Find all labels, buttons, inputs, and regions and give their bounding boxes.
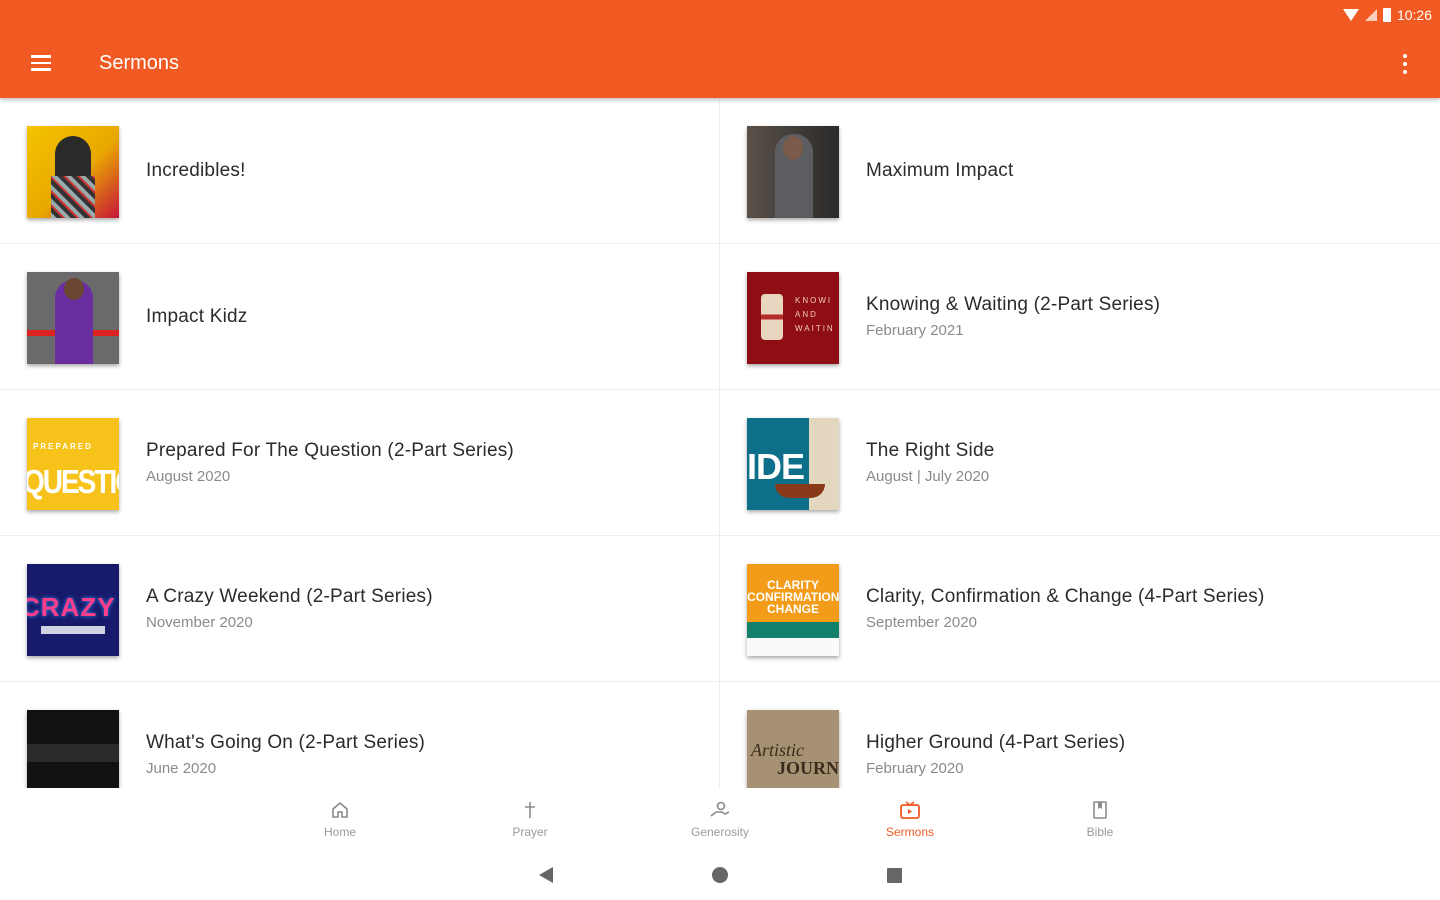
- nav-label: Bible: [1086, 825, 1114, 839]
- sermon-date: February 2020: [866, 760, 964, 777]
- sermon-date: September 2020: [866, 614, 977, 631]
- sermon-title: Incredibles!: [146, 159, 246, 181]
- page-title: Sermons: [99, 52, 180, 74]
- book-icon: [1089, 799, 1111, 821]
- home-icon: [329, 799, 351, 821]
- sermon-date: November 2020: [146, 614, 253, 631]
- sermon-item-maximum-impact[interactable]: Maximum Impact: [720, 98, 1440, 244]
- thumb-text: CHANGE: [766, 602, 819, 616]
- cross-icon: [519, 799, 541, 821]
- sermon-thumbnail: PREPARED QUESTION: [27, 418, 119, 510]
- nav-home[interactable]: Home: [245, 788, 435, 850]
- sermon-item-clarity[interactable]: CLARITY CONFIRMATION CHANGE Clarity, Con…: [720, 536, 1440, 682]
- sermon-date: August | July 2020: [866, 468, 990, 485]
- sermon-grid: Incredibles! Maximum Impact Impact Kidz …: [0, 98, 1440, 788]
- nav-label: Home: [323, 825, 356, 839]
- sermon-thumbnail: [27, 710, 119, 788]
- sermon-item-crazy-weekend[interactable]: CRAZY A Crazy Weekend (2-Part Series) No…: [0, 536, 720, 682]
- thumb-text: AND: [795, 310, 818, 319]
- bottom-navigation: Home Prayer Generosity Sermons Bible: [0, 788, 1440, 850]
- sermon-title: Higher Ground (4-Part Series): [866, 732, 1126, 753]
- system-navigation-bar: [0, 850, 1440, 900]
- sermon-title: Knowing & Waiting (2-Part Series): [866, 294, 1161, 315]
- home-circle-icon: [712, 867, 728, 883]
- hamburger-menu-icon[interactable]: [20, 45, 62, 81]
- sermon-title: Prepared For The Question (2-Part Series…: [146, 440, 514, 461]
- nav-generosity[interactable]: Generosity: [625, 788, 815, 850]
- recents-icon: [886, 867, 902, 883]
- sermon-title: What's Going On (2-Part Series): [146, 732, 426, 753]
- nav-label: Prayer: [512, 825, 548, 839]
- sermon-thumbnail: IDE: [747, 418, 839, 510]
- sermon-thumbnail: [27, 272, 119, 364]
- more-options-icon[interactable]: [1390, 48, 1420, 80]
- recents-button[interactable]: [882, 863, 906, 887]
- app-bar: 10:26 Sermons: [0, 0, 1440, 98]
- sermon-thumbnail: [27, 126, 119, 218]
- sermon-title: Maximum Impact: [866, 159, 1014, 181]
- sermon-title: A Crazy Weekend (2-Part Series): [146, 586, 433, 607]
- battery-icon: [1382, 8, 1391, 22]
- sermon-date: August 2020: [146, 468, 231, 485]
- thumb-text: KNOWI: [795, 296, 833, 305]
- sermon-thumbnail: [747, 126, 839, 218]
- sermon-item-right-side[interactable]: IDE The Right Side August | July 2020: [720, 390, 1440, 536]
- sermon-title: Clarity, Confirmation & Change (4-Part S…: [866, 586, 1265, 607]
- sermon-item-impact-kidz[interactable]: Impact Kidz: [0, 244, 720, 390]
- sermon-thumbnail: Artistic JOURNEY: [747, 710, 839, 788]
- thumb-text: QUESTION: [27, 462, 119, 500]
- video-icon: [899, 799, 921, 821]
- giving-hand-icon: [709, 799, 731, 821]
- back-button[interactable]: [534, 863, 558, 887]
- sermon-thumbnail: CRAZY: [27, 564, 119, 656]
- sermon-item-knowing-waiting[interactable]: KNOWI AND WAITIN Knowing & Waiting (2-Pa…: [720, 244, 1440, 390]
- nav-bible[interactable]: Bible: [1005, 788, 1195, 850]
- sermon-item-prepared-question[interactable]: PREPARED QUESTION Prepared For The Quest…: [0, 390, 720, 536]
- nav-sermons[interactable]: Sermons: [815, 788, 1005, 850]
- sermon-title: The Right Side: [866, 440, 995, 461]
- thumb-text: WAITIN: [795, 324, 835, 333]
- sermon-item-whats-going-on[interactable]: What's Going On (2-Part Series) June 202…: [0, 682, 720, 788]
- sermon-title: Impact Kidz: [146, 305, 248, 327]
- nav-prayer[interactable]: Prayer: [435, 788, 625, 850]
- thumb-text: JOURNEY: [777, 758, 839, 778]
- sermon-date: June 2020: [146, 760, 217, 777]
- wifi-icon: [1342, 9, 1359, 21]
- back-icon: [539, 867, 553, 883]
- cellular-icon: [1364, 9, 1377, 21]
- thumb-text: PREPARED: [33, 442, 93, 451]
- thumb-text: IDE: [747, 446, 805, 487]
- status-time: 10:26: [1396, 7, 1432, 23]
- sermon-thumbnail: KNOWI AND WAITIN: [747, 272, 839, 364]
- thumb-text: CRAZY: [27, 592, 116, 622]
- sermon-item-incredibles[interactable]: Incredibles!: [0, 98, 720, 244]
- status-bar: 10:26: [1342, 4, 1432, 26]
- sermon-thumbnail: CLARITY CONFIRMATION CHANGE: [747, 564, 839, 656]
- nav-label: Sermons: [885, 825, 935, 839]
- home-button[interactable]: [708, 863, 732, 887]
- sermon-item-higher-ground[interactable]: Artistic JOURNEY Higher Ground (4-Part S…: [720, 682, 1440, 788]
- nav-label: Generosity: [690, 825, 750, 839]
- sermon-date: February 2021: [866, 322, 964, 339]
